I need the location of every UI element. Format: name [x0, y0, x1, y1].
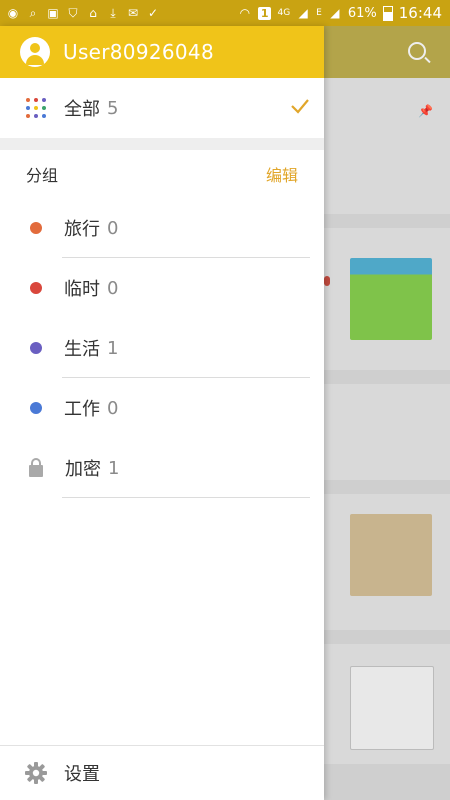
search-icon[interactable] [408, 42, 426, 60]
network-type: 4G [277, 8, 291, 18]
signal-icon-2: ◢ [330, 6, 340, 20]
gear-icon [25, 762, 47, 784]
group-label: 工作 [64, 399, 100, 420]
section-divider [0, 138, 324, 150]
group-count: 0 [107, 277, 119, 299]
usb-icon: ⌂ [89, 6, 97, 20]
group-count: 1 [108, 457, 120, 479]
battery-icon [382, 5, 393, 21]
groups-header: 分组 编辑 [0, 150, 324, 198]
group-label: 生活 [64, 339, 100, 360]
app-icon: ◉ [7, 6, 19, 20]
background-toolbar [324, 26, 450, 78]
group-count: 0 [107, 217, 119, 239]
navigation-drawer: User80926048 全部 5 分组 编辑 旅行 0 临时 0 生活 1 工… [0, 26, 324, 800]
lock-icon [29, 458, 43, 477]
group-color-dot [30, 342, 42, 354]
group-color-dot [30, 402, 42, 414]
notification-icons: ◉ ⌕ ▣ ⛉ ⌂ ⤓ ✉ ✓ [0, 6, 160, 20]
search-notification-icon: ⌕ [29, 6, 37, 20]
note-card[interactable] [324, 384, 450, 480]
grid-dots-icon [26, 98, 46, 118]
mic-icon [324, 276, 330, 286]
network-edge: E [316, 8, 322, 18]
group-item-temporary[interactable]: 临时 0 [0, 258, 324, 318]
groups-title: 分组 [26, 166, 59, 185]
group-count: 0 [107, 397, 119, 419]
username: User80926048 [63, 40, 214, 64]
group-color-dot [30, 222, 42, 234]
all-notes-count: 5 [107, 97, 119, 119]
pin-icon: 📌 [418, 104, 433, 118]
background-note-list: 📌 [324, 26, 450, 800]
all-notes-label: 全部 [64, 99, 100, 120]
checkmark-icon [291, 99, 309, 114]
group-item-encrypted[interactable]: 加密 1 [0, 438, 324, 498]
drawer-header[interactable]: User80926048 [0, 26, 324, 78]
shield-icon: ⛉ [68, 6, 78, 20]
wifi-icon: ◠ [239, 6, 251, 20]
note-thumbnail [350, 666, 434, 750]
divider [62, 497, 310, 498]
edit-groups-button[interactable]: 编辑 [266, 162, 298, 186]
group-count: 1 [107, 337, 119, 359]
note-thumbnail [350, 514, 432, 596]
signal-icon: ◢ [298, 6, 308, 20]
check-circle-icon: ✓ [147, 6, 159, 20]
all-notes-item[interactable]: 全部 5 [0, 78, 324, 138]
note-thumbnail [350, 258, 432, 340]
group-item-work[interactable]: 工作 0 [0, 378, 324, 438]
group-item-travel[interactable]: 旅行 0 [0, 198, 324, 258]
battery-percent: 61% [347, 5, 377, 21]
image-icon: ▣ [47, 6, 59, 20]
status-bar: ◉ ⌕ ▣ ⛉ ⌂ ⤓ ✉ ✓ ◠ 1 4G ◢ E ◢ 61% 16:44 [0, 0, 450, 26]
avatar[interactable] [20, 37, 50, 67]
settings-item[interactable]: 设置 [0, 745, 324, 800]
group-label: 临时 [64, 279, 100, 300]
group-color-dot [30, 282, 42, 294]
download-icon: ⤓ [110, 6, 116, 20]
group-label: 加密 [65, 459, 101, 480]
sim-badge: 1 [257, 6, 272, 20]
note-card[interactable] [324, 78, 450, 214]
group-item-life[interactable]: 生活 1 [0, 318, 324, 378]
settings-label: 设置 [64, 764, 100, 785]
mail-icon: ✉ [127, 6, 139, 20]
clock: 16:44 [398, 4, 442, 22]
group-label: 旅行 [64, 219, 100, 240]
